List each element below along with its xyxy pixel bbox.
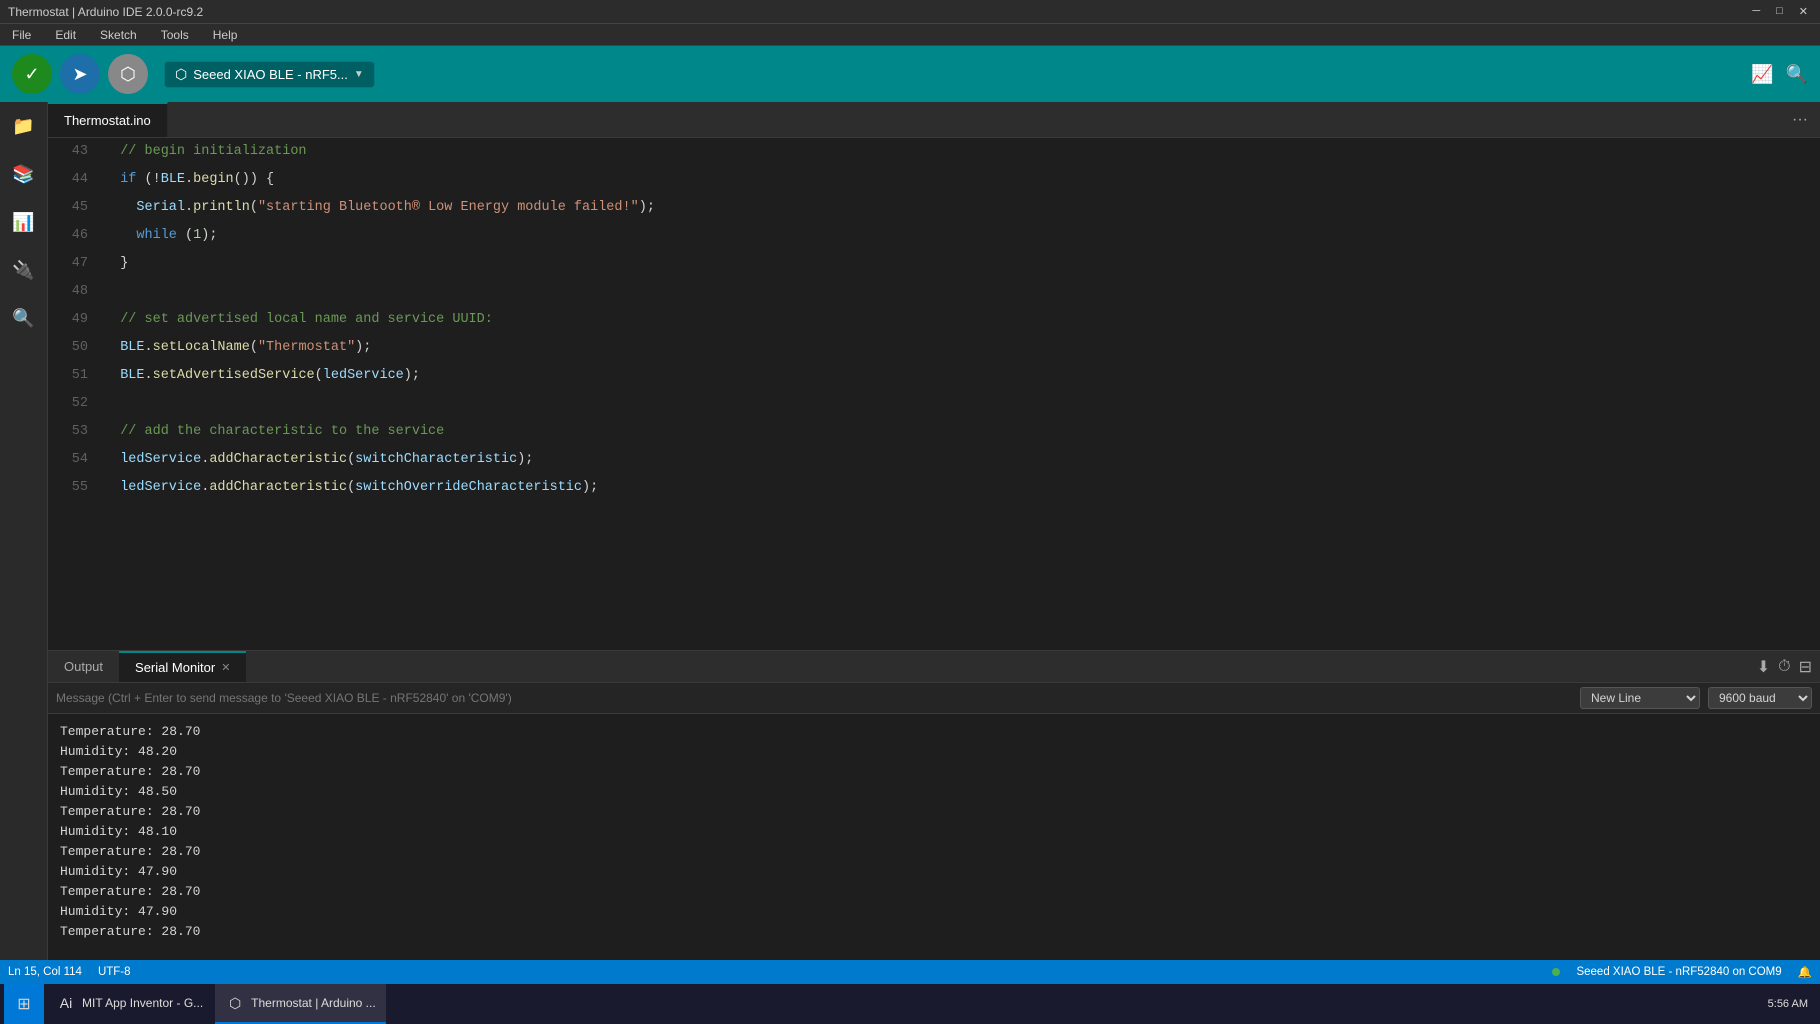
- upload-button[interactable]: ➤: [60, 54, 100, 94]
- menu-sketch[interactable]: Sketch: [96, 26, 141, 44]
- code-line-45: 45 Serial.println("starting Bluetooth® L…: [48, 194, 1820, 222]
- tab-thermostat[interactable]: Thermostat.ino: [48, 102, 168, 137]
- toolbar-right: 📈 🔍: [1751, 64, 1808, 85]
- menu-tools[interactable]: Tools: [157, 26, 193, 44]
- code-line-54: 54 ledService.addCharacteristic(switchCh…: [48, 446, 1820, 474]
- toolbar: ✓ ➤ ⬡ ⬡ Seeed XIAO BLE - nRF5... ▼ 📈 🔍: [0, 46, 1820, 102]
- notification-icon: 🔔: [1798, 965, 1812, 979]
- panel-tabs: Output Serial Monitor ✕ ⬇ ⏱ ⊟: [48, 651, 1820, 683]
- minimize-button[interactable]: ─: [1748, 5, 1764, 18]
- status-board[interactable]: Seeed XIAO BLE - nRF52840 on COM9: [1576, 966, 1781, 978]
- bottom-panel: Output Serial Monitor ✕ ⬇ ⏱ ⊟ No Line En…: [48, 650, 1820, 960]
- menu-bar: File Edit Sketch Tools Help: [0, 24, 1820, 46]
- code-line-46: 46 while (1);: [48, 222, 1820, 250]
- status-bar: Ln 15, Col 114 UTF-8 Seeed XIAO BLE - nR…: [0, 960, 1820, 984]
- sidebar-icon-folder[interactable]: 📁: [8, 110, 40, 142]
- taskbar: ⊞ Ai MIT App Inventor - G... ⬡ Thermosta…: [0, 984, 1820, 1024]
- serial-monitor-tab-label: Serial Monitor: [135, 660, 215, 675]
- serial-output-line: Humidity: 48.10: [60, 822, 1808, 842]
- panel-clock-button[interactable]: ⏱: [1778, 658, 1790, 676]
- serial-output-line: Temperature: 28.70: [60, 922, 1808, 942]
- sidebar-icon-book[interactable]: 📚: [8, 158, 40, 190]
- main-area: 📁 📚 📊 🔌 🔍 Thermostat.ino ··· 43 // begin…: [0, 102, 1820, 960]
- code-editor[interactable]: 43 // begin initialization 44 if (!BLE.b…: [48, 138, 1820, 650]
- code-line-55: 55 ledService.addCharacteristic(switchOv…: [48, 474, 1820, 502]
- code-line-50: 50 BLE.setLocalName("Thermostat");: [48, 334, 1820, 362]
- panel-right-controls: ⬇ ⏱ ⊟: [1757, 657, 1820, 677]
- serial-plot-button[interactable]: 📈: [1751, 64, 1773, 85]
- code-line-47: 47 }: [48, 250, 1820, 278]
- menu-file[interactable]: File: [8, 26, 35, 44]
- serial-monitor-area: No Line EndingNew LineCarriage ReturnBot…: [48, 683, 1820, 960]
- serial-output-line: Temperature: 28.70: [60, 762, 1808, 782]
- tab-more-button[interactable]: ···: [1780, 102, 1820, 137]
- panel-expand-button[interactable]: ⬇: [1757, 657, 1770, 677]
- code-line-49: 49 // set advertised local name and serv…: [48, 306, 1820, 334]
- status-position: Ln 15, Col 114: [8, 966, 82, 978]
- arduino-app-icon: ⬡: [225, 993, 245, 1013]
- taskbar-app-mit[interactable]: Ai MIT App Inventor - G...: [46, 984, 213, 1024]
- maximize-button[interactable]: □: [1772, 5, 1787, 18]
- code-line-53: 53 // add the characteristic to the serv…: [48, 418, 1820, 446]
- verify-button[interactable]: ✓: [12, 54, 52, 94]
- serial-monitor-button[interactable]: 🔍: [1786, 64, 1808, 85]
- serial-output-line: Temperature: 28.70: [60, 842, 1808, 862]
- serial-output-line: Temperature: 28.70: [60, 802, 1808, 822]
- serial-output-line: Humidity: 47.90: [60, 862, 1808, 882]
- tab-bar: Thermostat.ino ···: [48, 102, 1820, 138]
- serial-monitor-close-button[interactable]: ✕: [221, 661, 230, 674]
- windows-icon: ⊞: [17, 994, 30, 1014]
- mit-app-label: MIT App Inventor - G...: [82, 996, 203, 1010]
- editor-container: Thermostat.ino ··· 43 // begin initializ…: [48, 102, 1820, 960]
- close-button[interactable]: ✕: [1795, 5, 1812, 18]
- sidebar-icon-plug[interactable]: 🔌: [8, 254, 40, 286]
- baud-rate-select[interactable]: 300 baud1200 baud2400 baud4800 baud9600 …: [1708, 687, 1812, 709]
- tab-label: Thermostat.ino: [64, 113, 151, 128]
- board-dropdown-arrow: ▼: [354, 69, 364, 80]
- start-button[interactable]: ⊞: [4, 984, 44, 1024]
- left-sidebar: 📁 📚 📊 🔌 🔍: [0, 102, 48, 960]
- serial-output-line: Humidity: 48.50: [60, 782, 1808, 802]
- code-line-48: 48: [48, 278, 1820, 306]
- line-ending-select[interactable]: No Line EndingNew LineCarriage ReturnBot…: [1580, 687, 1700, 709]
- title-bar: Thermostat | Arduino IDE 2.0.0-rc9.2 ─ □…: [0, 0, 1820, 24]
- serial-output-line: Humidity: 47.90: [60, 902, 1808, 922]
- menu-help[interactable]: Help: [209, 26, 242, 44]
- serial-output-line: Temperature: 28.70: [60, 882, 1808, 902]
- code-line-43: 43 // begin initialization: [48, 138, 1820, 166]
- code-line-52: 52: [48, 390, 1820, 418]
- message-input[interactable]: [56, 691, 1572, 705]
- debug-button[interactable]: ⬡: [108, 54, 148, 94]
- taskbar-time: 5:56 AM: [1768, 998, 1808, 1010]
- serial-output-line: Temperature: 28.70: [60, 722, 1808, 742]
- menu-edit[interactable]: Edit: [51, 26, 80, 44]
- status-encoding: UTF-8: [98, 966, 131, 978]
- serial-output-line: Humidity: 48.20: [60, 742, 1808, 762]
- output-tab-label: Output: [64, 659, 103, 674]
- sidebar-icon-search[interactable]: 🔍: [8, 302, 40, 334]
- taskbar-right: 5:56 AM: [1768, 998, 1816, 1010]
- mit-app-icon: Ai: [56, 993, 76, 1013]
- panel-clear-button[interactable]: ⊟: [1799, 657, 1812, 677]
- code-line-44: 44 if (!BLE.begin()) {: [48, 166, 1820, 194]
- chip-icon: ⬡: [175, 66, 187, 83]
- status-dot: [1552, 968, 1560, 976]
- code-line-51: 51 BLE.setAdvertisedService(ledService);: [48, 362, 1820, 390]
- tab-output[interactable]: Output: [48, 651, 119, 682]
- board-name: Seeed XIAO BLE - nRF5...: [193, 67, 348, 82]
- sidebar-icon-chart[interactable]: 📊: [8, 206, 40, 238]
- message-input-bar: No Line EndingNew LineCarriage ReturnBot…: [48, 683, 1820, 714]
- arduino-app-label: Thermostat | Arduino ...: [251, 996, 376, 1010]
- taskbar-app-arduino[interactable]: ⬡ Thermostat | Arduino ...: [215, 984, 386, 1024]
- serial-output[interactable]: Temperature: 28.70Humidity: 48.20Tempera…: [48, 714, 1820, 960]
- tab-serial-monitor[interactable]: Serial Monitor ✕: [119, 651, 246, 682]
- title-text: Thermostat | Arduino IDE 2.0.0-rc9.2: [8, 5, 1748, 19]
- board-selector[interactable]: ⬡ Seeed XIAO BLE - nRF5... ▼: [164, 61, 375, 88]
